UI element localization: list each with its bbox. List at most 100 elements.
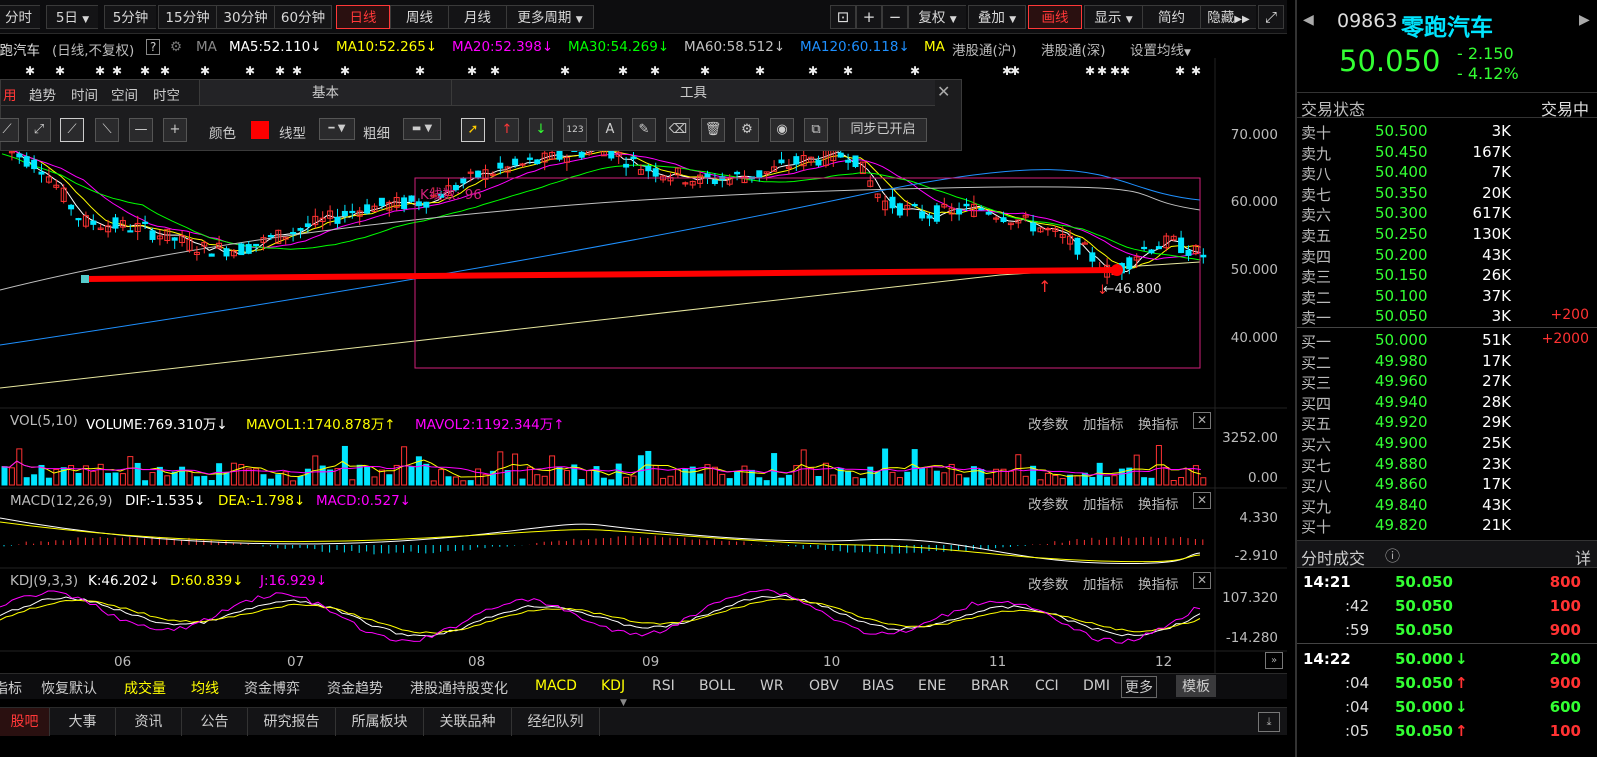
horizontal-tool-icon[interactable]: — xyxy=(129,118,153,142)
ask-row[interactable]: 卖八 50.400 7K xyxy=(1297,162,1597,183)
crosshair-tool-icon[interactable]: + xyxy=(163,118,187,142)
next-stock-icon[interactable]: ▶ xyxy=(1579,12,1590,28)
line-type-select[interactable]: ━ ▼ xyxy=(319,118,355,140)
bid-row[interactable]: 买三 49.960 27K xyxy=(1297,371,1597,392)
indicator-tab-template[interactable]: 模板 xyxy=(1176,675,1216,697)
indicator-tab-capital-game[interactable]: 资金博弈 xyxy=(244,678,300,698)
indicator-tab-volume[interactable]: 成交量 xyxy=(124,678,166,698)
kdj-param-button[interactable]: 改参数 xyxy=(1028,573,1069,593)
tab-spacetime[interactable]: 时空 xyxy=(153,84,180,104)
indicator-tab-wr[interactable]: WR xyxy=(760,678,784,694)
trades-detail-button[interactable]: 详 xyxy=(1575,545,1591,569)
indicator-tab-boll[interactable]: BOLL xyxy=(699,678,735,694)
info-tab-related[interactable]: 关联品种 xyxy=(424,708,512,736)
delete-tool-icon[interactable]: 🗑 xyxy=(701,118,725,142)
bid-row[interactable]: 买八 49.860 17K xyxy=(1297,474,1597,495)
tab-time[interactable]: 时间 xyxy=(71,84,98,104)
collapse-icon[interactable]: ⤓ xyxy=(1258,712,1280,732)
macd-add-button[interactable]: 加指标 xyxy=(1083,493,1124,513)
macd-close-icon[interactable]: ✕ xyxy=(1193,492,1211,509)
down-arrow-tool-icon[interactable]: ↓ xyxy=(529,118,553,142)
indicator-tab-indicator[interactable]: 指标 xyxy=(0,678,22,698)
bid-row[interactable]: 买十 49.820 21K xyxy=(1297,515,1597,536)
event-star-marker: ✱ xyxy=(25,64,35,78)
indicator-tab-kdj[interactable]: KDJ xyxy=(601,678,625,694)
eraser-tool-icon[interactable]: ⌫ xyxy=(666,118,690,142)
info-tab-broker-queue[interactable]: 经纪队列 xyxy=(512,708,600,736)
indicator-tab-obv[interactable]: OBV xyxy=(809,678,839,694)
bid-row[interactable]: 买五 49.920 29K xyxy=(1297,412,1597,433)
macd-swap-button[interactable]: 换指标 xyxy=(1138,493,1179,513)
close-icon[interactable]: ✕ xyxy=(937,82,950,101)
info-tab-announcements[interactable]: 公告 xyxy=(182,708,248,736)
indicator-tab-ene[interactable]: ENE xyxy=(918,678,946,694)
indicator-tab-capital-trend[interactable]: 资金趋势 xyxy=(327,678,383,698)
event-star-marker: ✱ xyxy=(55,64,65,78)
ask-row[interactable]: 卖五 50.250 130K xyxy=(1297,224,1597,245)
vol-param-button[interactable]: 改参数 xyxy=(1028,413,1069,433)
sync-button[interactable]: 同步已开启 xyxy=(839,118,927,142)
macd-param-button[interactable]: 改参数 xyxy=(1028,493,1069,513)
ask-row[interactable]: 卖七 50.350 20K xyxy=(1297,183,1597,204)
vol-add-button[interactable]: 加指标 xyxy=(1083,413,1124,433)
prev-stock-icon[interactable]: ◀ xyxy=(1303,12,1314,28)
bid-row[interactable]: 买七 49.880 23K xyxy=(1297,454,1597,475)
info-tab-sectors[interactable]: 所属板块 xyxy=(336,708,424,736)
segment-tool-icon[interactable]: ⟋ xyxy=(60,118,84,142)
settings-tool-icon[interactable]: ⚙ xyxy=(735,118,759,142)
vol-swap-button[interactable]: 换指标 xyxy=(1138,413,1179,433)
ask-row[interactable]: 卖六 50.300 617K xyxy=(1297,203,1597,224)
text-tool-icon[interactable]: A xyxy=(598,118,622,142)
line-handle-end[interactable] xyxy=(1111,264,1123,276)
brush-tool-icon[interactable]: ✎ xyxy=(632,118,656,142)
line-handle-start[interactable] xyxy=(81,275,89,283)
info-icon[interactable]: ⓘ xyxy=(1385,545,1400,566)
kdj-close-icon[interactable]: ✕ xyxy=(1193,572,1211,589)
bid-row[interactable]: 买六 49.900 25K xyxy=(1297,433,1597,454)
tab-common[interactable]: 用 xyxy=(3,84,17,104)
kdj-add-button[interactable]: 加指标 xyxy=(1083,573,1124,593)
ray-tool-icon[interactable]: ⟋ xyxy=(0,118,19,142)
vol-close-icon[interactable]: ✕ xyxy=(1193,412,1211,429)
indicator-tab-ma[interactable]: 均线 xyxy=(191,678,219,698)
indicator-tab-bias[interactable]: BIAS xyxy=(862,678,894,694)
ask-row[interactable]: 卖九 50.450 167K xyxy=(1297,142,1597,163)
indicator-tab-hk-holding[interactable]: 港股通持股变化 xyxy=(410,678,508,698)
indicator-tab-cci[interactable]: CCI xyxy=(1035,678,1059,694)
bid-row[interactable]: 买二 49.980 17K xyxy=(1297,351,1597,372)
info-tab-news[interactable]: 资讯 xyxy=(116,708,182,736)
indicator-tab-macd[interactable]: MACD xyxy=(535,678,577,694)
ask-row[interactable]: 卖二 50.100 37K xyxy=(1297,286,1597,307)
eye-tool-icon[interactable]: ◉ xyxy=(770,118,794,142)
info-tab-research[interactable]: 研究报告 xyxy=(248,708,336,736)
bid-row[interactable]: 买一 50.000 51K +2000 xyxy=(1297,330,1597,351)
ask-row[interactable]: 卖一 50.050 3K +200 xyxy=(1297,306,1597,327)
ask-row[interactable]: 卖三 50.150 26K xyxy=(1297,265,1597,286)
scroll-right-icon[interactable]: » xyxy=(1265,652,1283,669)
indicator-tab-reset[interactable]: 恢复默认 xyxy=(41,678,97,698)
export-tool-icon[interactable]: ⧉ xyxy=(804,118,828,142)
thickness-select[interactable]: ▬ ▼ xyxy=(403,118,441,140)
bid-row[interactable]: 买九 49.840 43K xyxy=(1297,495,1597,516)
arrow-line-tool-icon[interactable]: ⤢ xyxy=(27,118,51,142)
indicator-tab-more[interactable]: 更多 xyxy=(1121,676,1157,698)
indicator-tab-brar[interactable]: BRAR xyxy=(971,678,1009,694)
info-tab-events[interactable]: 大事 xyxy=(50,708,116,736)
info-tab-guba[interactable]: 股吧 xyxy=(0,708,50,736)
bid-row[interactable]: 买四 49.940 28K xyxy=(1297,392,1597,413)
indicator-tab-dmi[interactable]: DMI xyxy=(1083,678,1110,694)
horizontal-line[interactable] xyxy=(84,267,1118,282)
indicator-tab-rsi[interactable]: RSI xyxy=(652,678,675,694)
event-star-marker: ✱ xyxy=(112,64,122,78)
pointer-tool-icon[interactable]: ➚ xyxy=(461,118,485,142)
diagonal-tool-icon[interactable]: ⟍ xyxy=(95,118,119,142)
up-arrow-tool-icon[interactable]: ↑ xyxy=(495,118,519,142)
trade-volume: 900 xyxy=(1549,673,1581,692)
tab-space[interactable]: 空间 xyxy=(111,84,138,104)
tab-trend[interactable]: 趋势 xyxy=(29,84,56,104)
color-swatch[interactable] xyxy=(251,121,269,139)
ask-row[interactable]: 卖十 50.500 3K xyxy=(1297,121,1597,142)
number-tool-icon[interactable]: 123 xyxy=(563,118,587,142)
ask-row[interactable]: 卖四 50.200 43K xyxy=(1297,245,1597,266)
kdj-swap-button[interactable]: 换指标 xyxy=(1138,573,1179,593)
